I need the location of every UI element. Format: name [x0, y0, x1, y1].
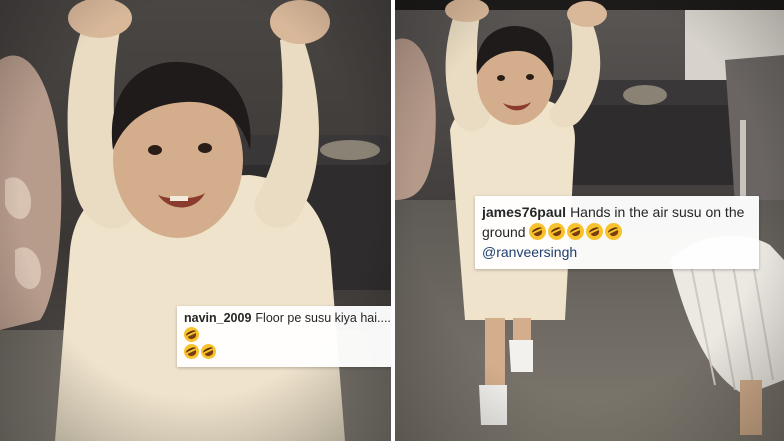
rolling-on-floor-laughing-icon: [602, 220, 626, 243]
rolling-on-floor-laughing-icon: [545, 220, 569, 243]
left-vintage-photo: [0, 0, 391, 441]
comment-text: Floor pe susu kiya hai....: [255, 311, 391, 325]
left-photo-panel: navin_2009 Floor pe susu kiya hai....: [0, 0, 391, 441]
rolling-on-floor-laughing-icon: [181, 324, 202, 345]
rolling-on-floor-laughing-icon: [198, 341, 219, 362]
instagram-comment-left: navin_2009 Floor pe susu kiya hai....: [177, 306, 391, 367]
comment-username: navin_2009: [184, 311, 252, 325]
rolling-on-floor-laughing-icon: [564, 220, 588, 243]
rolling-on-floor-laughing-icon: [181, 341, 202, 362]
instagram-comment-right: james76paul Hands in the air susu on the …: [475, 196, 759, 269]
comment-mention: @ranveersingh: [482, 244, 578, 260]
rolling-on-floor-laughing-icon: [526, 220, 550, 243]
comment-username: james76paul: [482, 204, 567, 220]
rolling-on-floor-laughing-icon: [583, 220, 607, 243]
